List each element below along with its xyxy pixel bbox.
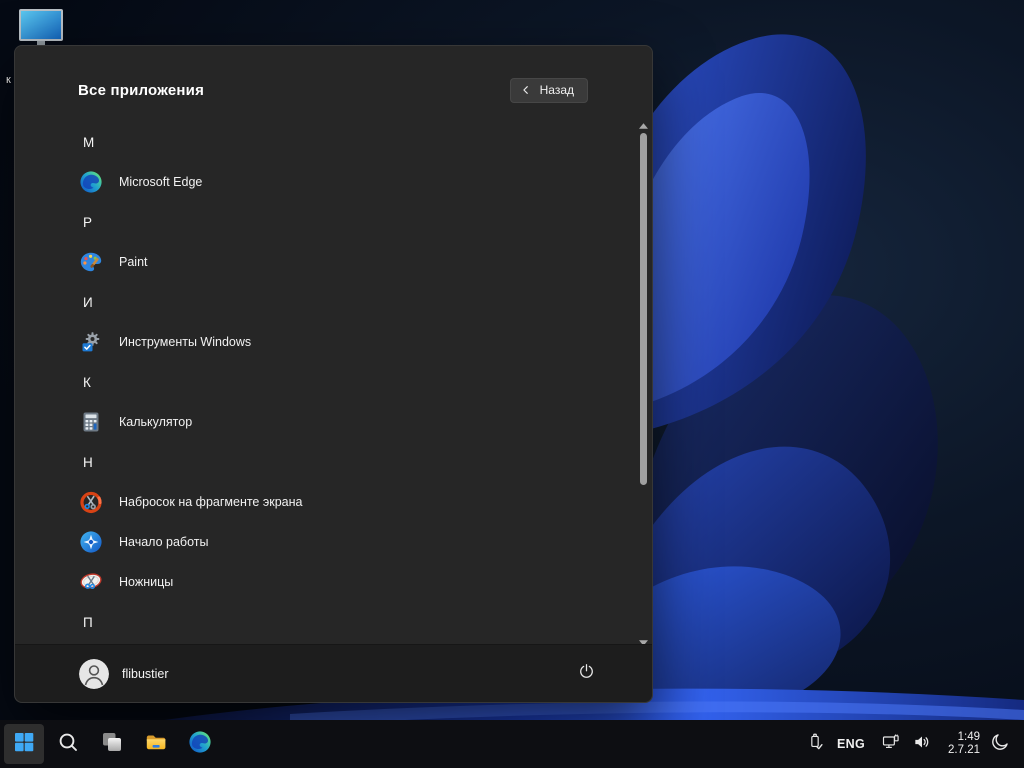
desktop-icon-label: к [6,74,11,86]
section-letter-M[interactable]: M [15,122,628,162]
clock-time: 1:49 [957,730,980,743]
section-letter-К[interactable]: К [15,362,628,402]
usb-eject-icon [806,732,826,757]
app-item[interactable]: Калькулятор [15,402,628,442]
app-item[interactable]: Paint [15,242,628,282]
start-menu-panel: Все приложения Назад M Microsoft Edge P Pai… [14,45,653,703]
network-button[interactable] [880,733,902,755]
file-explorer-button[interactable] [136,724,176,764]
avatar[interactable] [79,658,109,689]
app-item[interactable]: Набросок на фрагменте экрана [15,482,628,522]
taskbar: ENG 1:49 2.7.21 [0,720,1024,768]
system-tray: ENG 1:49 2.7.21 [805,731,1024,758]
app-item[interactable]: Инструменты Windows [15,322,628,362]
edge-icon [188,730,212,759]
usb-eject-button[interactable] [805,733,827,755]
app-item[interactable]: Microsoft Edge [15,162,628,202]
search-button[interactable] [48,724,88,764]
speaker-icon [912,732,932,757]
search-icon [56,730,80,759]
windows-logo-icon [12,730,36,759]
power-button[interactable] [568,657,604,691]
calculator-icon [79,410,103,434]
moon-icon [990,731,1011,757]
app-item[interactable]: Начало работы [15,522,628,562]
folder-icon [144,730,168,759]
scrollbar-thumb[interactable] [639,133,647,485]
start-button[interactable] [4,724,44,764]
app-label: Инструменты Windows [119,335,252,349]
get-started-icon [79,530,103,554]
app-label: Ножницы [119,575,174,589]
user-name[interactable]: flibustier [122,667,169,681]
clock-date: 2.7.21 [948,744,980,756]
back-button[interactable]: Назад [509,78,588,103]
section-letter-П[interactable]: П [15,602,628,642]
all-apps-title: Все приложения [78,82,205,99]
snip-sketch-icon [79,490,103,514]
back-button-label: Назад [539,83,574,97]
ethernet-icon [881,732,901,757]
task-view-button[interactable] [92,724,132,764]
section-letter-Н[interactable]: Н [15,442,628,482]
section-letter-И[interactable]: И [15,282,628,322]
section-letter-P[interactable]: P [15,202,628,242]
language-indicator[interactable]: ENG [837,737,865,751]
edge-icon [79,170,103,194]
taskbar-clock[interactable]: 1:49 2.7.21 [948,731,980,758]
windows-tools-icon [79,330,103,354]
user-bar: flibustier [15,644,652,702]
app-label: Набросок на фрагменте экрана [119,495,303,509]
power-icon [577,662,596,686]
all-apps-header: Все приложения Назад [15,46,652,103]
app-list: M Microsoft Edge P Paint И Инструменты Window… [15,122,628,642]
app-list-scrollbar[interactable] [637,121,649,646]
chevron-left-icon [521,85,531,95]
app-label: Начало работы [119,535,209,549]
app-label: Калькулятор [119,415,193,429]
edge-taskbar-button[interactable] [180,724,220,764]
app-label: Paint [119,255,148,269]
app-item[interactable]: Ножницы [15,562,628,602]
app-label: Microsoft Edge [119,175,203,189]
volume-button[interactable] [911,733,933,755]
task-view-icon [100,730,124,759]
paint-icon [79,250,103,274]
snipping-tool-icon [79,570,103,594]
scroll-up-icon[interactable] [638,121,648,129]
taskbar-left-group [4,724,224,764]
night-mode-button[interactable] [989,733,1011,755]
